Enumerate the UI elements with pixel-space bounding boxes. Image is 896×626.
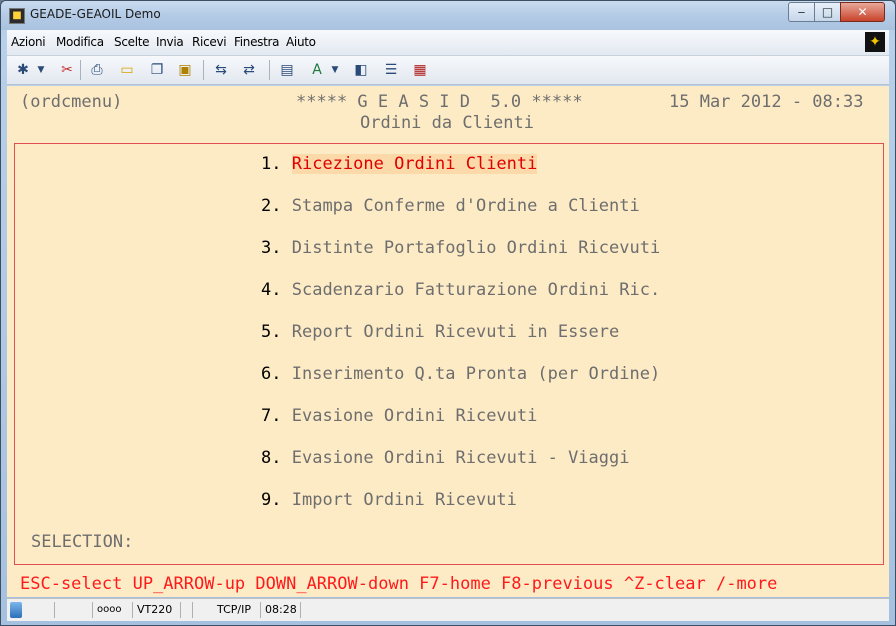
font-icon[interactable]: A: [307, 60, 327, 80]
menu-scelte[interactable]: Scelte: [114, 35, 150, 49]
menu-azioni[interactable]: Azioni: [11, 35, 46, 49]
menu-option-2[interactable]: 2. Stampa Conferme d'Ordine a Clienti: [261, 196, 640, 216]
macro-icon[interactable]: ▦: [410, 60, 430, 80]
option-number: 8.: [261, 448, 282, 468]
window-title: GEADE-GEAOIL Demo: [30, 7, 161, 21]
menu-option-4[interactable]: 4. Scadenzario Fatturazione Ordini Ric.: [261, 280, 660, 300]
disconnect-icon[interactable]: ✂: [57, 60, 77, 80]
receive-file-icon[interactable]: ⇄: [239, 60, 259, 80]
option-label: Evasione Ordini Ricevuti - Viaggi: [291, 448, 630, 468]
terminal-screen[interactable]: (ordcmenu) ***** G E A S I D 5.0 ***** 1…: [7, 86, 889, 597]
new-session-icon[interactable]: ✱: [13, 60, 33, 80]
status-leds: oooo: [93, 602, 133, 618]
menu-option-3[interactable]: 3. Distinte Portafoglio Ordini Ricevuti: [261, 238, 660, 258]
toolbar: ✱ ▼ ✂ ⎙ ▭ ❐ ▣ ⇆ ⇄ ▤ A ▼ ◧ ☰ ▦: [7, 56, 889, 85]
menu-option-5[interactable]: 5. Report Ordini Ricevuti in Essere: [261, 322, 619, 342]
option-label: Import Ordini Ricevuti: [291, 490, 517, 510]
title-bar[interactable]: ■ GEADE-GEAOIL Demo ‒ □ ✕: [1, 1, 895, 30]
app-banner: ***** G E A S I D 5.0 *****: [296, 92, 583, 112]
toolbar-separator: [80, 60, 81, 80]
option-number: 4.: [261, 280, 282, 300]
option-number: 3.: [261, 238, 282, 258]
menu-option-9[interactable]: 9. Import Ordini Ricevuti: [261, 490, 517, 510]
copy-icon[interactable]: ❐: [147, 60, 167, 80]
status-protocol: TCP/IP: [213, 602, 261, 618]
print-icon[interactable]: ⎙: [87, 60, 107, 80]
status-cell-empty: [55, 602, 93, 618]
menu-option-6[interactable]: 6. Inserimento Q.ta Pronta (per Ordine): [261, 364, 660, 384]
function-keys-help: ESC-select UP_ARROW-up DOWN_ARROW-down F…: [20, 574, 778, 594]
option-label: Evasione Ordini Ricevuti: [291, 406, 538, 426]
screen-subtitle: Ordini da Clienti: [360, 113, 534, 133]
app-icon[interactable]: ■: [9, 8, 25, 24]
option-number: 6.: [261, 364, 282, 384]
selection-prompt[interactable]: SELECTION:: [31, 532, 133, 552]
properties-icon[interactable]: ◧: [351, 60, 371, 80]
toolbar-separator: [203, 60, 204, 80]
menu-invia[interactable]: Invia: [156, 35, 184, 49]
status-bar: oooo VT220 TCP/IP 08:28: [7, 598, 889, 621]
menu-aiuto[interactable]: Aiuto: [286, 35, 316, 49]
book-icon[interactable]: ▤: [277, 60, 297, 80]
program-name: (ordcmenu): [20, 92, 123, 112]
menu-ricevi[interactable]: Ricevi: [192, 35, 227, 49]
menu-option-1[interactable]: 1. Ricezione Ordini Clienti: [261, 154, 538, 174]
option-number: 7.: [261, 406, 282, 426]
menu-modifica[interactable]: Modifica: [56, 35, 104, 49]
option-number: 2.: [261, 196, 282, 216]
send-file-icon[interactable]: ⇆: [211, 60, 231, 80]
status-time: 08:28: [261, 602, 301, 618]
status-cell-empty: [25, 602, 55, 618]
status-emulation: VT220: [133, 602, 181, 618]
settings-icon[interactable]: ☰: [381, 60, 401, 80]
option-label: Ricezione Ordini Clienti: [291, 154, 538, 174]
status-cell-empty: [181, 602, 193, 618]
option-label: Distinte Portafoglio Ordini Ricevuti: [291, 238, 661, 258]
dropdown-arrow-icon[interactable]: ▼: [35, 60, 47, 80]
option-label: Stampa Conferme d'Ordine a Clienti: [291, 196, 640, 216]
option-number: 9.: [261, 490, 282, 510]
date-time: 15 Mar 2012 - 08:33: [669, 92, 864, 112]
menu-option-7[interactable]: 7. Evasione Ordini Ricevuti: [261, 406, 537, 426]
dropdown-arrow-icon[interactable]: ▼: [329, 60, 341, 80]
minimize-button[interactable]: ‒: [788, 2, 815, 22]
app-window: ■ GEADE-GEAOIL Demo ‒ □ ✕ Azioni Modific…: [0, 0, 896, 626]
option-number: 5.: [261, 322, 282, 342]
option-label: Inserimento Q.ta Pronta (per Ordine): [291, 364, 661, 384]
activity-icon: ✦: [865, 32, 885, 52]
open-folder-icon[interactable]: ▭: [117, 60, 137, 80]
menu-finestra[interactable]: Finestra: [234, 35, 280, 49]
maximize-button[interactable]: □: [814, 2, 841, 22]
option-number: 1.: [261, 154, 282, 174]
paste-icon[interactable]: ▣: [175, 60, 195, 80]
menu-option-8[interactable]: 8. Evasione Ordini Ricevuti - Viaggi: [261, 448, 630, 468]
close-button[interactable]: ✕: [840, 2, 885, 22]
connection-status-icon: [10, 602, 22, 618]
toolbar-separator: [269, 60, 270, 80]
menu-bar: Azioni Modifica Scelte Invia Ricevi Fine…: [7, 30, 889, 56]
option-label: Scadenzario Fatturazione Ordini Ric.: [291, 280, 661, 300]
option-label: Report Ordini Ricevuti in Essere: [291, 322, 620, 342]
